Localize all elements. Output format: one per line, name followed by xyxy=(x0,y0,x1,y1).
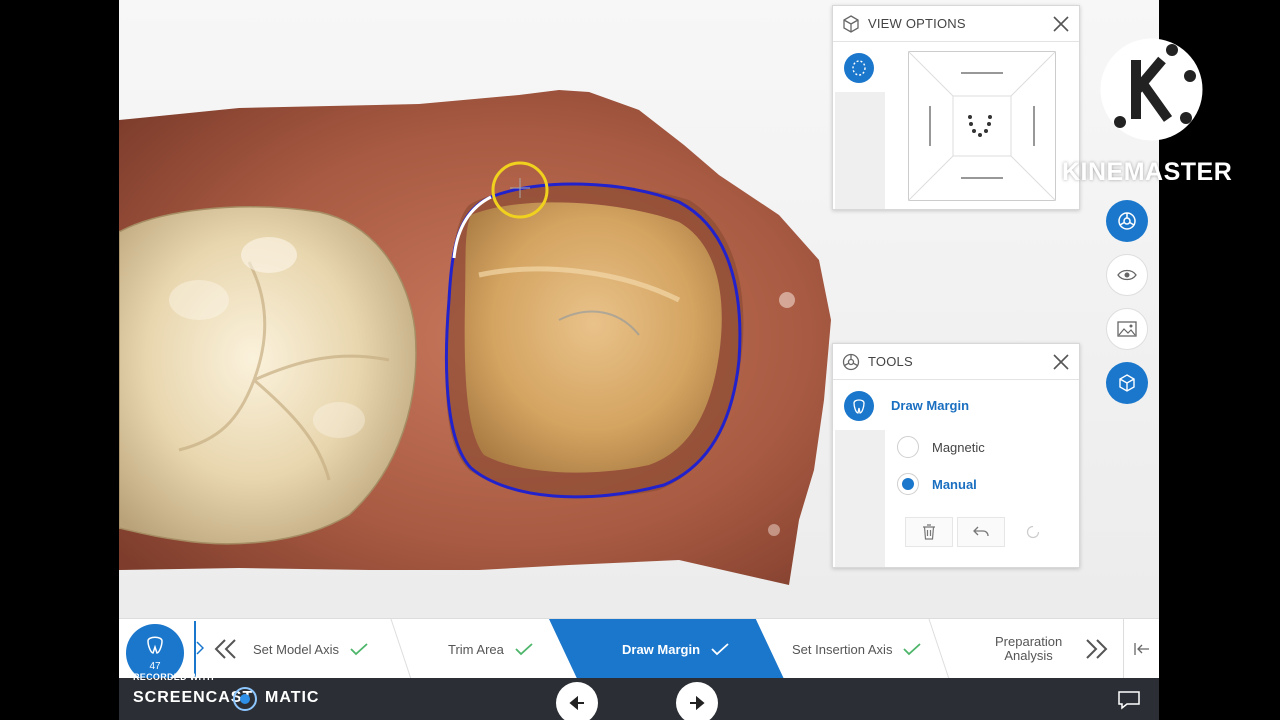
manual-radio[interactable]: Manual xyxy=(897,473,977,495)
step-separator xyxy=(390,619,412,679)
arrow-left-icon xyxy=(569,696,584,710)
radio-button[interactable] xyxy=(897,436,919,458)
magnetic-radio[interactable]: Magnetic xyxy=(897,436,985,458)
active-tool-label: Draw Margin xyxy=(891,398,970,413)
tooth-margin-icon xyxy=(853,399,865,414)
trash-icon xyxy=(923,524,935,540)
redo-button[interactable] xyxy=(1009,517,1057,547)
scroll-steps-left-button[interactable] xyxy=(212,637,240,661)
view-mode-button[interactable] xyxy=(844,53,874,83)
step-label: Set Insertion Axis xyxy=(792,641,893,657)
next-button[interactable] xyxy=(676,682,718,720)
tools-title: TOOLS xyxy=(868,354,913,369)
chat-icon[interactable] xyxy=(1117,690,1141,710)
tools-header: TOOLS xyxy=(833,344,1079,380)
cube-icon xyxy=(1119,374,1135,392)
visibility-button[interactable] xyxy=(1106,254,1148,296)
radio-button[interactable] xyxy=(897,473,919,495)
view-options-sidebar xyxy=(835,92,885,209)
tooth-outline-icon xyxy=(852,60,866,76)
redo-icon xyxy=(1026,525,1040,539)
step-label: Set Model Axis xyxy=(253,641,339,657)
tools-icon xyxy=(842,353,860,370)
delete-button[interactable] xyxy=(905,517,953,547)
radio-label: Manual xyxy=(932,476,977,492)
step-label-line: Analysis xyxy=(1004,648,1053,663)
dental-cad-app: VIEW OPTIONS TOOLS Draw Margin Magnetic … xyxy=(119,0,1159,720)
tools-panel: TOOLS Draw Margin Magnetic Manual xyxy=(832,343,1080,568)
kinemaster-logo-icon xyxy=(1100,38,1203,141)
undo-button[interactable] xyxy=(957,517,1005,547)
step-set-insertion-axis[interactable]: Set Insertion Axis xyxy=(792,619,922,679)
draw-margin-tool-button[interactable] xyxy=(844,391,874,421)
image-icon xyxy=(1117,321,1137,337)
step-trim-area[interactable]: Trim Area xyxy=(448,619,534,679)
record-dot-icon xyxy=(233,687,257,711)
step-label: Trim Area xyxy=(448,641,504,657)
step-set-model-axis[interactable]: Set Model Axis xyxy=(253,619,369,679)
close-icon[interactable] xyxy=(1051,14,1071,34)
watermark-caption: RECORDED WITH xyxy=(133,672,214,682)
tools-toggle-button[interactable] xyxy=(1106,200,1148,242)
kinemaster-text: KINEMASTER xyxy=(1062,158,1233,186)
view-options-toggle-button[interactable] xyxy=(1106,362,1148,404)
step-label-line: Preparation xyxy=(995,634,1063,649)
view-options-title: VIEW OPTIONS xyxy=(868,16,966,31)
watermark-brand-right: MATIC xyxy=(265,689,320,706)
radio-selected-dot xyxy=(902,478,914,490)
chevron-right-icon xyxy=(196,641,204,655)
step-separator xyxy=(928,619,950,679)
view-options-panel: VIEW OPTIONS xyxy=(832,5,1080,210)
scroll-steps-right-button[interactable] xyxy=(1082,637,1110,661)
step-label: Draw Margin xyxy=(622,641,701,657)
view-cube-widget[interactable] xyxy=(908,51,1056,201)
eye-icon xyxy=(1117,269,1137,281)
view-options-header: VIEW OPTIONS xyxy=(833,6,1079,42)
check-icon xyxy=(515,643,533,656)
close-icon[interactable] xyxy=(1051,352,1071,372)
step-draw-margin[interactable]: Draw Margin xyxy=(622,619,730,679)
radio-label: Magnetic xyxy=(932,439,985,455)
prepared-tooth xyxy=(464,202,722,473)
tooth-icon xyxy=(147,636,163,654)
image-view-button[interactable] xyxy=(1106,308,1148,350)
previous-button[interactable] xyxy=(556,682,598,720)
collapse-panel-button[interactable] xyxy=(1123,619,1159,679)
case-number: 47 xyxy=(149,661,161,672)
undo-icon xyxy=(973,526,989,537)
workflow-steps-bar: 47 Set Model Axis Trim Area Draw Margin … xyxy=(119,618,1159,682)
check-icon xyxy=(903,643,922,656)
check-icon xyxy=(711,643,729,656)
check-icon xyxy=(350,643,368,656)
cube-icon xyxy=(843,14,859,33)
step-label: Preparation Analysis xyxy=(995,635,1062,663)
tools-icon xyxy=(1118,212,1136,230)
tools-sidebar xyxy=(835,430,885,567)
arrow-right-icon xyxy=(690,696,705,710)
collapse-left-icon xyxy=(1133,643,1149,655)
step-preparation-analysis[interactable]: Preparation Analysis xyxy=(995,619,1062,679)
